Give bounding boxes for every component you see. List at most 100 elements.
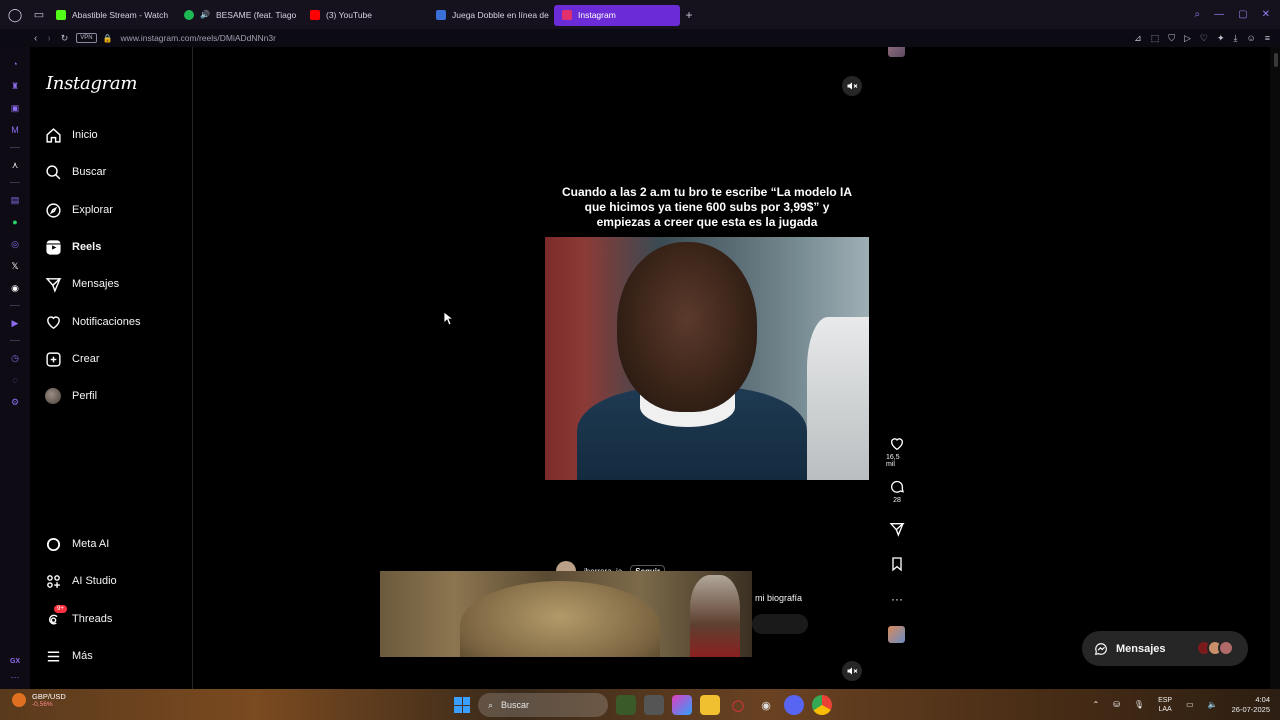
nav-buscar[interactable]: Buscar <box>44 157 106 187</box>
comment-button[interactable]: 28 <box>886 479 908 504</box>
opera-gx-logo-icon[interactable]: ◯ <box>0 0 30 29</box>
microphone-icon[interactable]: 🎙 <box>1134 700 1144 709</box>
snapshot-icon[interactable]: ⬚ <box>1151 33 1160 44</box>
forward-button[interactable]: › <box>47 33 50 44</box>
maximize-button[interactable]: ▢ <box>1238 9 1247 20</box>
nav-ai-studio[interactable]: AI Studio <box>44 566 117 596</box>
chrome-icon[interactable] <box>812 695 832 715</box>
reel-video[interactable] <box>545 237 869 480</box>
pin-icon[interactable]: ⊿ <box>1134 33 1142 44</box>
save-button[interactable] <box>886 556 908 572</box>
search-tabs-icon[interactable]: ⌕ <box>1195 9 1201 20</box>
audio-thumbnail[interactable] <box>888 626 905 643</box>
previous-reel-thumb[interactable] <box>888 47 905 57</box>
picture-in-picture-video[interactable] <box>380 571 752 657</box>
chat-icon[interactable]: ◌ <box>8 373 22 387</box>
profile-icon[interactable]: ☺ <box>1247 33 1256 43</box>
clock[interactable]: 4:04 26-07-2025 <box>1232 695 1270 715</box>
lock-icon[interactable]: 🔒 <box>103 34 113 43</box>
mail-icon[interactable]: M <box>8 123 22 137</box>
download-icon[interactable]: ⤓ <box>1234 33 1238 44</box>
tab-dobble[interactable]: Juega Dobble en línea de <box>428 0 554 29</box>
menu-icon[interactable]: ≡ <box>1265 33 1270 43</box>
comment-icon <box>891 480 904 493</box>
task-view-icon[interactable] <box>644 695 664 715</box>
nav-explorar[interactable]: Explorar <box>44 195 113 225</box>
twitch-icon[interactable]: ▤ <box>8 193 22 207</box>
bookmark-heart-icon[interactable]: ♡ <box>1200 33 1208 44</box>
extensions-icon[interactable]: ✦ <box>1217 33 1225 44</box>
reload-icon[interactable]: ↻ <box>61 33 69 44</box>
settings-icon[interactable]: ⚙ <box>8 395 22 409</box>
instagram-nav: Instagram Inicio Buscar Explorar Reels M… <box>30 47 193 689</box>
more-dots-icon[interactable]: ⋯ <box>0 672 30 683</box>
instagram-sidebar-icon[interactable]: ◎ <box>8 237 22 251</box>
bio-link[interactable]: mi biografía <box>755 593 802 603</box>
nav-reels[interactable]: Reels <box>44 232 101 262</box>
messages-pill[interactable]: Mensajes <box>1082 631 1248 666</box>
shield-icon[interactable]: ⛉ <box>1168 33 1175 44</box>
volume-icon[interactable]: 🔈 <box>1208 700 1218 709</box>
taskbar-search[interactable]: ⌕ Buscar <box>478 693 608 717</box>
nav-inicio[interactable]: Inicio <box>44 120 98 150</box>
address-bar: ‹ › ↻ VPN 🔒 www.instagram.com/reels/DMiA… <box>0 29 1280 47</box>
nav-threads[interactable]: 9+ Threads <box>44 604 112 634</box>
youtube-icon <box>310 9 320 20</box>
like-button[interactable]: 16,5 mil <box>886 436 908 468</box>
opera-sidebar: ◔ ♜ ▣ M ⋏ ▤ ● ◎ 𝕏 ◉ ▶ ◷ ◌ ⚙ GX ⋯ <box>0 47 30 689</box>
more-options-button[interactable]: ··· <box>886 592 908 606</box>
widget-app-icon[interactable] <box>616 695 636 715</box>
player-sidebar-icon[interactable]: ▶ <box>8 316 22 330</box>
nav-meta-ai[interactable]: Meta AI <box>44 529 109 559</box>
discord-taskbar-icon[interactable] <box>784 695 804 715</box>
messenger-icon <box>1095 642 1107 655</box>
gx-corner-icon[interactable]: ▣ <box>8 101 22 115</box>
nav-mensajes[interactable]: Mensajes <box>44 269 119 299</box>
windows-start-icon[interactable] <box>454 697 470 713</box>
history-icon[interactable]: ◷ <box>8 351 22 365</box>
whatsapp-icon[interactable]: ● <box>8 215 22 229</box>
steam-icon[interactable]: ◉ <box>756 695 776 715</box>
audio-pill[interactable] <box>752 614 808 634</box>
minimize-button[interactable]: — <box>1214 9 1224 20</box>
nav-perfil[interactable]: Perfil <box>44 381 97 411</box>
aria-icon[interactable]: ⋏ <box>8 158 22 172</box>
discord-icon[interactable]: ◉ <box>8 281 22 295</box>
share-button[interactable] <box>886 521 908 537</box>
tray-app-icon[interactable]: ⛁ <box>1113 700 1120 709</box>
bookmark-icon <box>892 557 902 572</box>
gx-icon[interactable]: GX <box>0 658 30 665</box>
speaker-icon: 🔊 <box>200 10 210 19</box>
copilot-icon[interactable] <box>672 695 692 715</box>
caption-line: que hicimos ya tiene 600 subs por 3,99$”… <box>584 200 830 214</box>
x-icon[interactable]: 𝕏 <box>8 259 22 273</box>
url-field[interactable]: www.instagram.com/reels/DMiADdNNn3r <box>121 33 276 43</box>
mute-button-bottom[interactable] <box>842 661 862 681</box>
player-icon[interactable]: ▷ <box>1184 33 1191 44</box>
scrollbar[interactable] <box>1270 47 1280 689</box>
tab-instagram[interactable]: Instagram <box>554 4 680 26</box>
tab-youtube[interactable]: (3) YouTube <box>302 0 428 29</box>
new-tab-button[interactable]: + <box>680 8 698 22</box>
tab-abastible[interactable]: Abastible Stream - Watch <box>48 0 176 29</box>
vpn-badge[interactable]: VPN <box>76 33 97 43</box>
gx-control-icon[interactable]: ◔ <box>8 57 22 71</box>
heart-icon <box>44 313 62 331</box>
back-button[interactable]: ‹ <box>34 33 37 44</box>
gx-cleaner-icon[interactable]: ♜ <box>8 79 22 93</box>
kick-icon <box>56 9 66 20</box>
language-indicator[interactable]: ESP LAA <box>1158 696 1172 714</box>
network-icon[interactable]: ▭ <box>1186 700 1194 709</box>
nav-mas[interactable]: Más <box>44 641 93 671</box>
close-window-button[interactable]: ✕ <box>1262 9 1270 20</box>
tab-besame[interactable]: 🔊 BESAME (feat. Tiago <box>176 0 302 29</box>
nav-notificaciones[interactable]: Notificaciones <box>44 307 140 337</box>
stock-widget[interactable]: GBP/USD -0,56% <box>12 692 66 708</box>
opera-gx-taskbar-icon[interactable]: ◯ <box>728 695 748 715</box>
chevron-up-icon[interactable]: ⌃ <box>1093 700 1100 709</box>
nav-crear[interactable]: Crear <box>44 344 100 374</box>
file-explorer-icon[interactable] <box>700 695 720 715</box>
tab-workspaces-icon[interactable]: ▭ <box>30 0 48 29</box>
instagram-logo[interactable]: Instagram <box>46 73 137 94</box>
mute-button[interactable] <box>842 76 862 96</box>
